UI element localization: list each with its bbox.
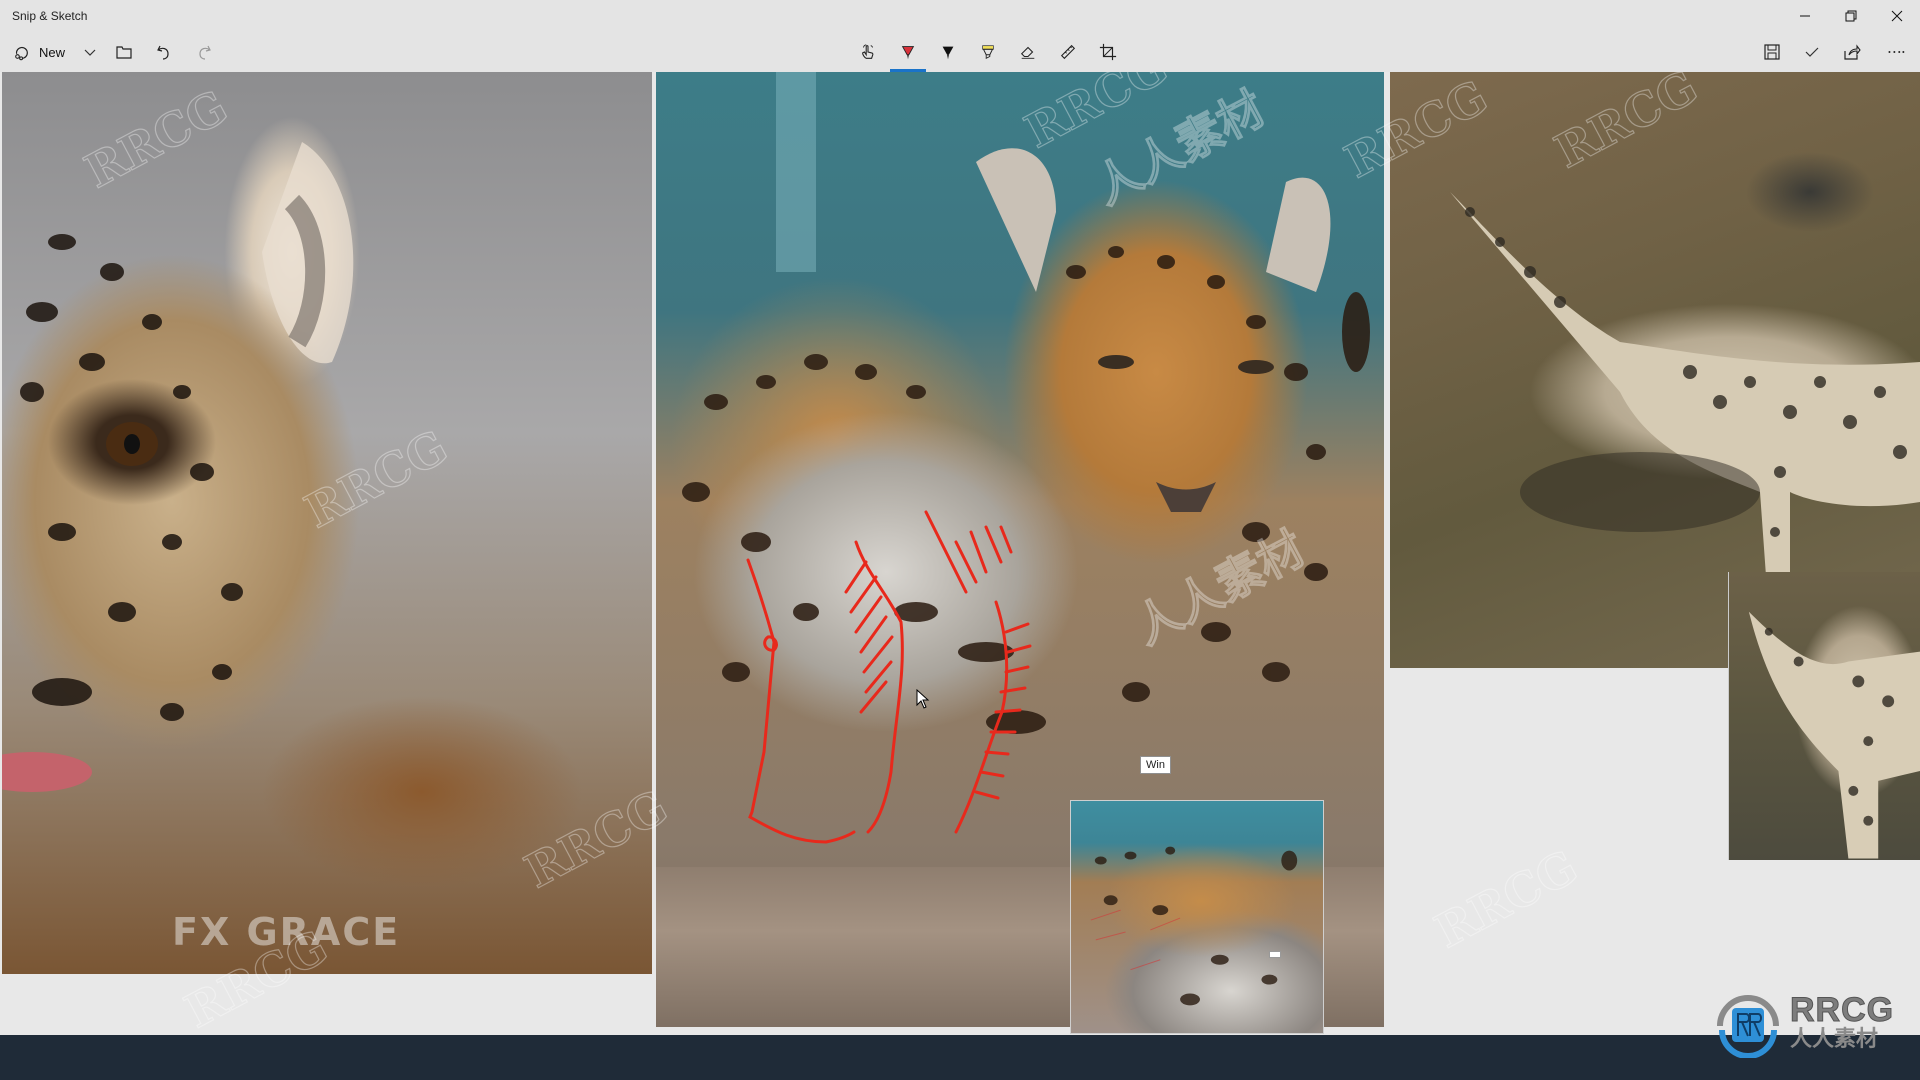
check-icon [1805, 47, 1819, 57]
redo-icon [199, 45, 211, 60]
title-bar: Snip & Sketch [0, 0, 1920, 32]
close-button[interactable] [1874, 0, 1920, 32]
ballpoint-pen-button[interactable] [888, 36, 928, 72]
share-icon [1844, 44, 1861, 60]
folder-icon [116, 46, 132, 59]
snip-canvas[interactable]: FX GRACE 人人素材 人人素材 RRCG Win RRCG RRCG [0, 72, 1920, 1035]
toolbar: New [0, 32, 1920, 72]
tooltip: Win [1140, 756, 1171, 774]
touch-writing-button[interactable] [848, 36, 888, 68]
more-icon [1888, 51, 1905, 53]
image-jaguar-walking-crop [1728, 572, 1920, 860]
save-icon [1764, 44, 1780, 60]
restore-icon [1845, 10, 1857, 22]
copy-button[interactable] [1796, 36, 1828, 68]
fur-spots-pattern [1748, 611, 1920, 859]
crop-icon [1099, 43, 1117, 61]
watermark: RRCG [1426, 839, 1587, 959]
close-icon [1891, 10, 1903, 22]
save-button[interactable] [1756, 36, 1788, 68]
fx-grace-caption: FX GRACE [172, 910, 401, 954]
new-dropdown-button[interactable] [76, 36, 104, 68]
fur-spots-pattern [1090, 846, 1298, 1006]
more-button[interactable] [1878, 36, 1914, 68]
rrcg-badge-icon [1717, 995, 1779, 1058]
pen-icon [901, 46, 915, 60]
app-title: Snip & Sketch [12, 9, 88, 23]
bottom-taskbar-strip [0, 1035, 1920, 1080]
pen-stroke-group [746, 510, 1032, 844]
undo-icon [157, 45, 169, 60]
minimize-button[interactable] [1782, 0, 1828, 32]
open-file-button[interactable] [108, 36, 140, 68]
undo-button[interactable] [148, 36, 180, 68]
pencil-icon [942, 46, 954, 60]
redo-button[interactable] [188, 36, 220, 68]
minimize-icon [1800, 15, 1810, 17]
image-jaguar-cub-closeup: FX GRACE [2, 72, 652, 974]
logo-text: RRCG [1789, 991, 1895, 1029]
new-snip-button[interactable]: New [8, 36, 70, 68]
fur-spots-pattern [2, 142, 354, 792]
crop-button[interactable] [1088, 36, 1128, 68]
new-label: New [38, 44, 65, 60]
chevron-down-icon [84, 49, 96, 56]
ruler-icon [1060, 44, 1076, 60]
eraser-icon [1020, 46, 1035, 59]
highlighter-button[interactable] [968, 36, 1008, 68]
eraser-button[interactable] [1008, 36, 1048, 68]
thumbnail-tooltip-tag [1269, 951, 1281, 958]
logo-subtext: 人人素材 [1790, 1027, 1879, 1052]
rrcg-logo: RRCG 人人素材 [1712, 982, 1920, 1062]
share-button[interactable] [1836, 36, 1868, 68]
floating-thumbnail-snip[interactable] [1070, 800, 1324, 1034]
highlighter-icon [982, 45, 994, 60]
pencil-button[interactable] [928, 36, 968, 68]
mouse-cursor-icon [916, 689, 930, 709]
restore-button[interactable] [1828, 0, 1874, 32]
snip-icon [15, 46, 28, 61]
touch-writing-icon [862, 44, 874, 59]
ruler-button[interactable] [1048, 36, 1088, 68]
